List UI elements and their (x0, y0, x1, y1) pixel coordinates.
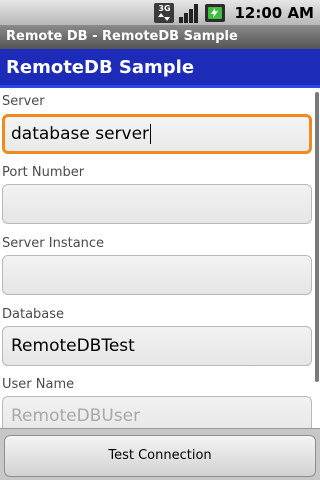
status-time: 12:00 AM (234, 3, 314, 22)
user-name-input[interactable]: RemoteDBUser (2, 396, 312, 428)
port-number-input[interactable] (2, 184, 312, 224)
scrollbar[interactable] (315, 92, 319, 382)
connection-form: Server database server Port Number Serve… (0, 88, 320, 428)
user-name-hint: RemoteDBUser (11, 406, 141, 426)
server-value: database server (11, 124, 150, 144)
3g-icon: 3G (154, 2, 175, 23)
database-label: Database (2, 307, 65, 322)
network-type: 3G (158, 3, 171, 13)
database-value: RemoteDBTest (11, 336, 135, 356)
test-connection-button[interactable]: Test Connection (4, 435, 316, 477)
signal-icon (179, 3, 199, 23)
window-title: Remote DB - RemoteDB Sample (0, 25, 320, 49)
battery-charging-icon (205, 3, 226, 22)
database-input[interactable]: RemoteDBTest (2, 326, 312, 366)
status-bar: 3G 12:00 AM (0, 0, 320, 25)
app-header-title: RemoteDB Sample (0, 49, 320, 88)
server-instance-label: Server Instance (2, 236, 105, 251)
port-number-label: Port Number (2, 165, 85, 180)
server-instance-input[interactable] (2, 255, 312, 295)
text-cursor (150, 124, 152, 144)
bottom-bar: Test Connection (0, 428, 320, 480)
server-input[interactable]: database server (2, 114, 312, 154)
server-label: Server (2, 94, 45, 109)
user-name-label: User Name (2, 377, 75, 392)
